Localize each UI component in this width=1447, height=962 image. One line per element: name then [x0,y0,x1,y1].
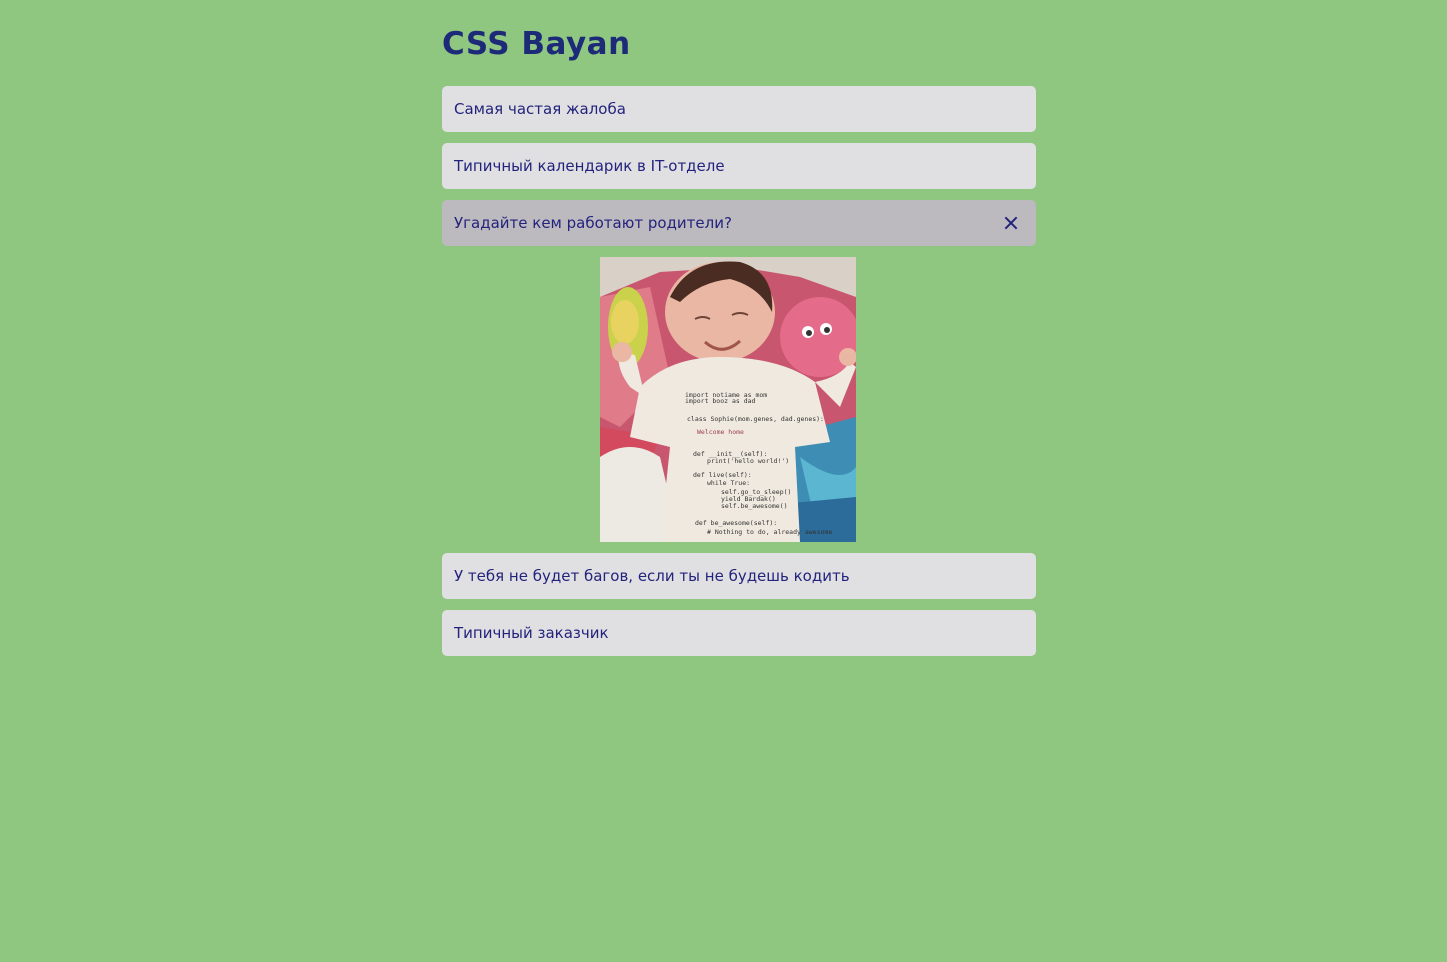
baby-photo: import notiame as mom import booz as dad… [600,257,856,542]
accordion-item-label: Типичный календарик в IT-отделе [454,157,725,175]
accordion-item-2[interactable]: Типичный календарик в IT-отделе [442,143,1036,189]
page-title: CSS Bayan [442,26,631,62]
accordion-item-label: Самая частая жалоба [454,100,626,118]
svg-text:self.be_awesome(): self.be_awesome() [721,502,788,510]
accordion-item-label: У тебя не будет багов, если ты не будешь… [454,567,850,585]
svg-text:Welcome home: Welcome home [697,428,744,436]
accordion-item-3[interactable]: Угадайте кем работают родители? [442,200,1036,246]
accordion-item-1[interactable]: Самая частая жалоба [442,86,1036,132]
svg-text:def be_awesome(self):: def be_awesome(self): [695,519,777,527]
svg-text:while True:: while True: [707,479,750,487]
svg-text:def live(self):: def live(self): [693,471,752,479]
svg-text:print('hello world!'): print('hello world!') [707,457,789,465]
svg-text:class Sophie(mom.genes, dad.ge: class Sophie(mom.genes, dad.genes): [687,415,824,423]
accordion-item-label: Угадайте кем работают родители? [454,214,732,232]
svg-text:import booz as dad: import booz as dad [685,397,756,405]
accordion-item-5[interactable]: Типичный заказчик [442,610,1036,656]
accordion-item-4[interactable]: У тебя не будет багов, если ты не будешь… [442,553,1036,599]
svg-text:# Nothing to do, already aweso: # Nothing to do, already awesome [707,528,832,536]
accordion-item-label: Типичный заказчик [454,624,609,642]
close-icon[interactable] [1004,216,1018,230]
